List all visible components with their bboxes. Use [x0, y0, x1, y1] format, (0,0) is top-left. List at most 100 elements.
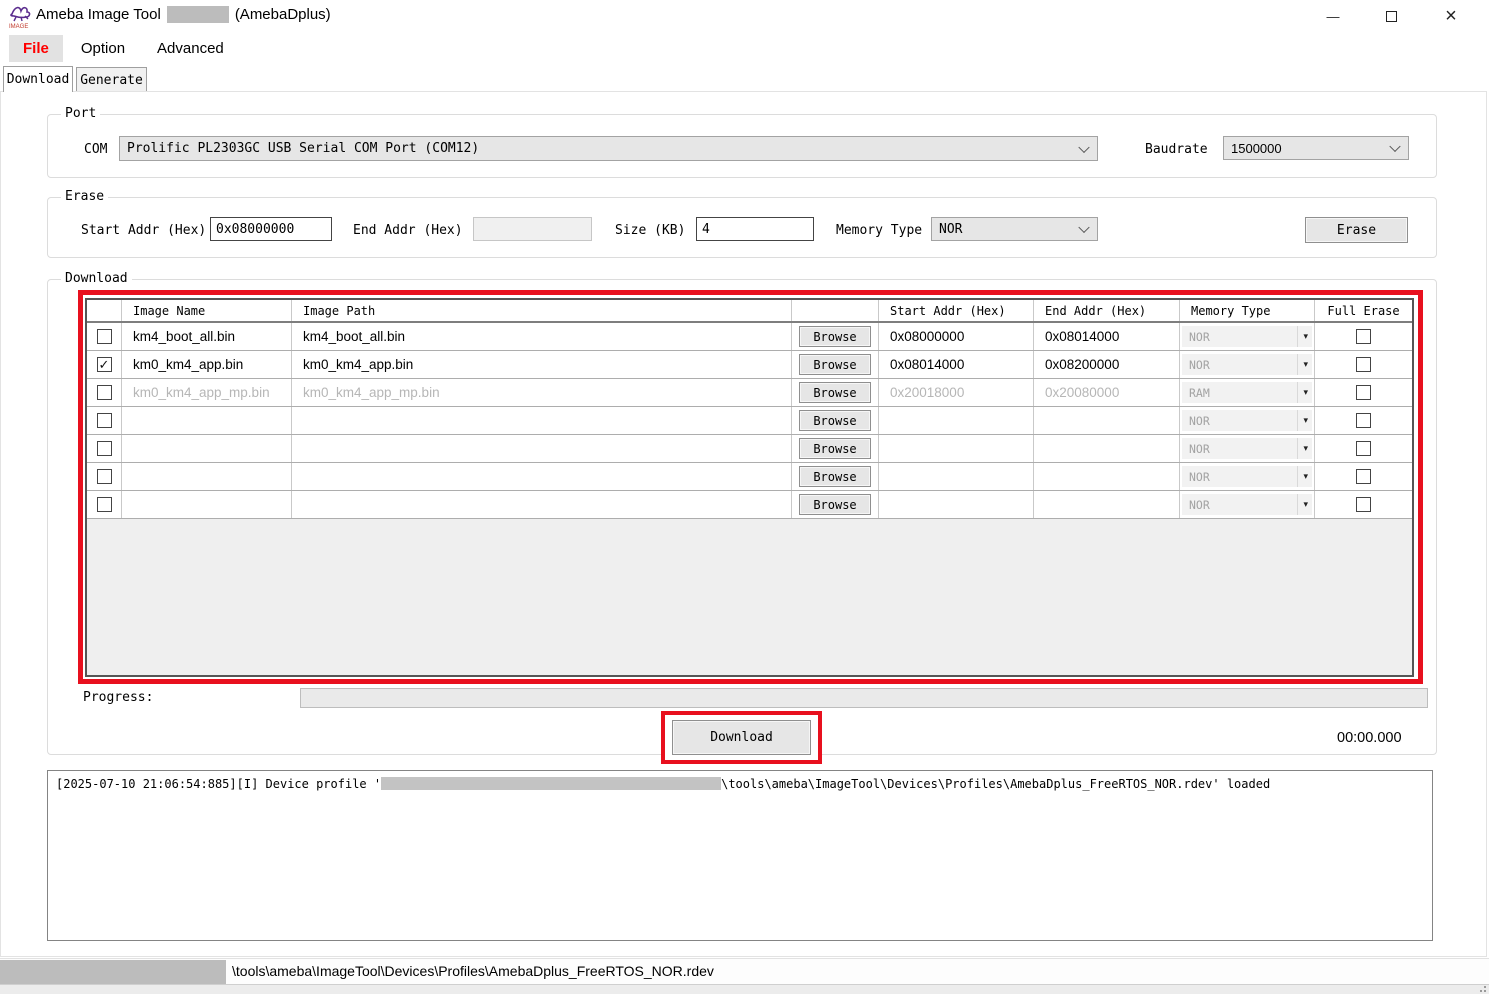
start-addr-cell[interactable]: 0x08014000: [879, 351, 1034, 378]
download-button-annotation-rectangle: Download: [661, 711, 822, 764]
full-erase-checkbox[interactable]: [1356, 497, 1371, 512]
image-name-cell[interactable]: [122, 491, 292, 518]
memory-type-dropdown[interactable]: NOR ▾: [1182, 326, 1312, 347]
maximize-button[interactable]: [1368, 0, 1414, 32]
image-table: Image Name Image Path Start Addr (Hex) E…: [85, 298, 1414, 677]
table-row: km0_km4_app_mp.bin km0_km4_app_mp.bin Br…: [87, 379, 1412, 407]
end-addr-cell[interactable]: 0x08014000: [1034, 323, 1180, 350]
row-select-checkbox[interactable]: [97, 385, 112, 400]
resize-grip-icon[interactable]: [1476, 982, 1486, 992]
download-button[interactable]: Download: [672, 720, 811, 755]
browse-button[interactable]: Browse: [799, 466, 871, 487]
image-name-cell[interactable]: [122, 463, 292, 490]
start-addr-cell[interactable]: [879, 463, 1034, 490]
image-name-cell[interactable]: km0_km4_app_mp.bin: [122, 379, 292, 406]
memory-type-dropdown[interactable]: RAM ▾: [1182, 382, 1312, 403]
baudrate-select[interactable]: 1500000: [1223, 136, 1409, 160]
full-erase-checkbox[interactable]: [1356, 385, 1371, 400]
end-addr-cell[interactable]: [1034, 435, 1180, 462]
status-profile-path: \tools\ameba\ImageTool\Devices\Profiles\…: [232, 963, 714, 979]
memory-type-dropdown[interactable]: NOR ▾: [1182, 438, 1312, 459]
memory-type-dropdown[interactable]: NOR ▾: [1182, 466, 1312, 487]
image-path-cell[interactable]: km4_boot_all.bin: [292, 323, 792, 350]
full-erase-checkbox[interactable]: [1356, 413, 1371, 428]
memory-type-dropdown[interactable]: NOR ▾: [1182, 494, 1312, 515]
erase-memory-type-select[interactable]: NOR: [931, 217, 1098, 241]
memory-type-cell: NOR ▾: [1180, 491, 1315, 518]
end-addr-cell[interactable]: [1034, 491, 1180, 518]
start-addr-cell[interactable]: [879, 435, 1034, 462]
table-row: Browse NOR ▾: [87, 463, 1412, 491]
dropdown-arrow-icon: ▾: [1297, 326, 1308, 347]
memory-type-cell: NOR ▾: [1180, 323, 1315, 350]
progress-label: Progress:: [83, 690, 153, 705]
memory-type-value: NOR: [1189, 414, 1297, 428]
image-name-cell[interactable]: [122, 435, 292, 462]
image-name-cell[interactable]: [122, 407, 292, 434]
browse-button[interactable]: Browse: [799, 354, 871, 375]
erase-size-input[interactable]: 4: [696, 217, 814, 241]
table-row: Browse NOR ▾: [87, 491, 1412, 519]
end-addr-cell[interactable]: 0x08200000: [1034, 351, 1180, 378]
image-path-cell[interactable]: [292, 407, 792, 434]
image-path-cell[interactable]: km0_km4_app_mp.bin: [292, 379, 792, 406]
image-name-cell[interactable]: km4_boot_all.bin: [122, 323, 292, 350]
memory-type-value: NOR: [1189, 330, 1297, 344]
header-browse: [792, 300, 879, 321]
image-path-cell[interactable]: [292, 435, 792, 462]
window-title-prefix: Ameba Image Tool: [36, 6, 161, 23]
tab-download[interactable]: Download: [3, 66, 73, 92]
browse-button[interactable]: Browse: [799, 438, 871, 459]
redacted-log-path: [381, 777, 721, 790]
row-select-checkbox[interactable]: [97, 413, 112, 428]
log-panel[interactable]: [2025-07-10 21:06:54:885][I] Device prof…: [47, 770, 1433, 941]
erase-end-addr-input: [473, 217, 592, 241]
minimize-button[interactable]: —: [1310, 0, 1356, 32]
log-line-suffix: \tools\ameba\ImageTool\Devices\Profiles\…: [721, 777, 1270, 791]
image-path-cell[interactable]: [292, 463, 792, 490]
row-select-checkbox[interactable]: [97, 497, 112, 512]
row-select-checkbox[interactable]: [97, 469, 112, 484]
full-erase-checkbox[interactable]: [1356, 469, 1371, 484]
end-addr-cell[interactable]: [1034, 407, 1180, 434]
menu-advanced[interactable]: Advanced: [143, 35, 238, 62]
image-path-cell[interactable]: km0_km4_app.bin: [292, 351, 792, 378]
memory-type-value: NOR: [1189, 498, 1297, 512]
tab-strip: Download Generate: [0, 66, 1489, 92]
erase-start-addr-input[interactable]: 0x08000000: [210, 217, 332, 241]
full-erase-checkbox[interactable]: [1356, 441, 1371, 456]
browse-button[interactable]: Browse: [799, 382, 871, 403]
menu-file[interactable]: File: [9, 35, 63, 62]
row-select-checkbox[interactable]: [97, 441, 112, 456]
header-select: [87, 300, 122, 321]
start-addr-cell[interactable]: [879, 491, 1034, 518]
full-erase-checkbox[interactable]: [1356, 357, 1371, 372]
tab-generate[interactable]: Generate: [76, 67, 147, 92]
browse-button[interactable]: Browse: [799, 326, 871, 347]
memory-type-cell: NOR ▾: [1180, 407, 1315, 434]
memory-type-dropdown[interactable]: NOR ▾: [1182, 354, 1312, 375]
row-select-checkbox[interactable]: ✓: [97, 357, 112, 372]
dropdown-arrow-icon: ▾: [1297, 354, 1308, 375]
start-addr-cell[interactable]: 0x08000000: [879, 323, 1034, 350]
image-name-cell[interactable]: km0_km4_app.bin: [122, 351, 292, 378]
close-button[interactable]: ×: [1428, 0, 1474, 32]
memory-type-dropdown[interactable]: NOR ▾: [1182, 410, 1312, 431]
com-port-select[interactable]: Prolific PL2303GC USB Serial COM Port (C…: [119, 136, 1098, 161]
menu-option[interactable]: Option: [67, 35, 139, 62]
row-select-checkbox[interactable]: [97, 329, 112, 344]
end-addr-cell[interactable]: [1034, 463, 1180, 490]
start-addr-cell[interactable]: [879, 407, 1034, 434]
full-erase-checkbox[interactable]: [1356, 329, 1371, 344]
end-addr-cell[interactable]: 0x20080000: [1034, 379, 1180, 406]
browse-button[interactable]: Browse: [799, 494, 871, 515]
header-start-addr: Start Addr (Hex): [879, 300, 1034, 321]
start-addr-cell[interactable]: 0x20018000: [879, 379, 1034, 406]
image-path-cell[interactable]: [292, 491, 792, 518]
app-logo-caption: IMAGE: [9, 24, 28, 30]
browse-button[interactable]: Browse: [799, 410, 871, 431]
erase-end-addr-label: End Addr (Hex): [353, 223, 463, 238]
erase-button[interactable]: Erase: [1305, 217, 1408, 243]
maximize-icon: [1386, 11, 1397, 22]
menu-bar: File Option Advanced: [0, 33, 1489, 64]
